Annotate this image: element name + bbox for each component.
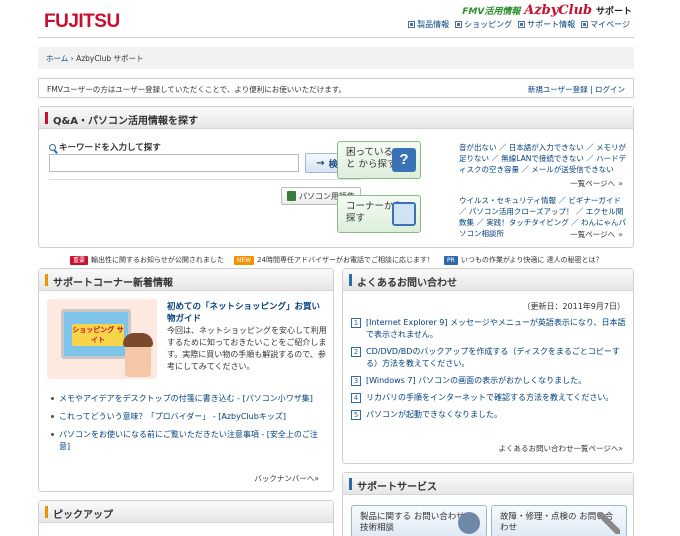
support-corner-title: サポートコーナー新着情報 — [53, 278, 173, 289]
shopping-site-sign: ショッピング サイト — [72, 324, 124, 346]
keyword-label: キーワードを入力して探す — [49, 141, 161, 153]
qa-panel-title: Q&A・パソコン活用情報を探す — [53, 116, 198, 127]
nav-support-info[interactable]: サポート情報 — [518, 19, 575, 30]
header-divider — [38, 37, 634, 38]
news-ticker: 重要 輸出性に関するお知らせが公開されました NEW 24時間専任アドバイザーが… — [70, 254, 630, 266]
number-badge: 1 — [351, 318, 361, 328]
pickup-header: ピックアップ — [39, 501, 333, 523]
services-title: サポートサービス — [357, 482, 437, 493]
faq-list: 1 [Internet Explorer 9] メッセージやメニューが英語表示にな… — [351, 317, 627, 426]
pr-badge: PR — [444, 255, 458, 265]
arrow-right-icon: → — [316, 157, 325, 169]
search-icon — [49, 143, 56, 151]
ticker-item[interactable]: PR いつもの作業がより快適に 達人の秘密とは？ — [444, 255, 603, 265]
support-services-panel: サポートサービス 製品に関する お問い合わせ・技術相談 故障・修理・点検の お問… — [342, 472, 634, 536]
important-badge: 重要 — [70, 255, 89, 265]
pickup-title: ピックアップ — [53, 510, 113, 521]
brand-support-label: サポート — [595, 7, 632, 17]
notice-divider: | — [590, 85, 593, 94]
faq-item[interactable]: 2 CD/DVD/BDのバックアップを作成する（ディスクをまるごとコピーする）方法… — [351, 346, 627, 370]
nav-my-page[interactable]: マイページ — [581, 19, 630, 30]
book-icon — [287, 191, 296, 201]
chevron-right-icon: » — [618, 444, 623, 453]
list-item[interactable]: メモやアイデアをデスクトップの付箋に書き込む - [パソコン小ワザ集] — [51, 393, 327, 405]
chevron-right-icon: » — [618, 230, 623, 239]
search-by-corner-card[interactable]: コーナーから 探す — [337, 195, 421, 233]
feature-article-link[interactable]: 初めての「ネットショッピング」お買い物ガイド — [167, 301, 327, 325]
square-bullet-icon — [518, 21, 526, 28]
person-hair — [123, 333, 153, 347]
tools-icon — [598, 512, 620, 534]
ticker-item[interactable]: NEW 24時間専任アドバイザーがお電話でご相談に応じます！ — [233, 255, 434, 265]
site-header: FUJITSU FMV活用情報 AzbyClub サポート 製品情報 ショッピン… — [0, 0, 680, 40]
notice-links: 新規ユーザー登録 | ログイン — [528, 84, 625, 95]
number-badge: 2 — [351, 347, 361, 357]
breadcrumb: ホーム › AzbyClub サポート — [38, 47, 634, 69]
brand-azby-label: AzbyClub — [524, 3, 593, 18]
nav-product-info[interactable]: 製品情報 — [408, 19, 449, 30]
new-badge: NEW — [233, 255, 255, 265]
search-by-problem-card[interactable]: 困っていること から探す ? — [337, 141, 421, 179]
fujitsu-logo[interactable]: FUJITSU — [44, 11, 120, 33]
list-item[interactable]: パソコンをお使いになる前にご覧いただきたい注意事項 - [安全上のご注意] — [51, 429, 327, 453]
ticker-item[interactable]: 重要 輸出性に関するお知らせが公開されました — [70, 255, 224, 265]
computer-screen-illustration: ショッピング サイト — [61, 309, 131, 359]
feature-article-summary: 今回は、ネットショッピングを安心して利用するために知っておきたいことをご紹介しま… — [167, 326, 327, 371]
qa-panel-header: Q&A・パソコン活用情報を探す — [39, 107, 633, 129]
register-link[interactable]: 新規ユーザー登録 — [528, 85, 588, 94]
square-bullet-icon — [408, 21, 416, 28]
heading-marker — [349, 478, 352, 490]
heading-marker — [349, 274, 352, 286]
support-corner-panel: サポートコーナー新着情報 ショッピング サイト 初めての「ネットショッピング」お… — [38, 268, 334, 492]
problem-list-more-link[interactable]: 一覧ページへ» — [570, 178, 623, 189]
phone-icon — [458, 512, 480, 534]
square-bullet-icon — [455, 21, 463, 28]
square-bullet-icon — [581, 21, 589, 28]
qa-search-panel: Q&A・パソコン活用情報を探す キーワードを入力して探す → 検 索 パソコン用… — [38, 106, 634, 248]
support-corner-header: サポートコーナー新着情報 — [39, 269, 333, 291]
question-monitor-icon: ? — [392, 148, 416, 172]
product-inquiry-button[interactable]: 製品に関する お問い合わせ・技術相談 — [351, 505, 487, 536]
monitor-icon — [392, 202, 416, 226]
user-registration-notice: FMVユーザーの方はユーザー登録していただくことで、より便利にお使いいただけます… — [38, 78, 634, 98]
azbyclub-brand[interactable]: FMV活用情報 AzbyClub サポート — [462, 3, 632, 18]
shopping-illustration[interactable]: ショッピング サイト — [47, 299, 157, 379]
problem-topic-links[interactable]: 音が出ない ／ 日本語が入力できない ／ メモリが足りない ／ 無線LANで接続… — [459, 142, 629, 175]
number-badge: 3 — [351, 376, 361, 386]
list-item[interactable]: これってどういう意味？「プロバイダー」 - [AzbyClubキッズ] — [51, 411, 327, 423]
keyword-search-input[interactable] — [49, 154, 299, 172]
repair-inquiry-button[interactable]: 故障・修理・点検の お問い合わせ — [491, 505, 627, 536]
breadcrumb-current: AzbyClub サポート — [76, 54, 144, 63]
keyword-divider — [49, 179, 361, 180]
heading-marker — [45, 112, 48, 124]
pickup-panel: ピックアップ — [38, 500, 334, 536]
header-nav: 製品情報 ショッピング サポート情報 マイページ — [408, 19, 630, 30]
faq-panel: よくあるお問い合わせ （更新日：2011年9月7日） 1 [Internet Ex… — [342, 268, 634, 464]
heading-marker — [45, 506, 48, 518]
number-badge: 4 — [351, 393, 361, 403]
number-badge: 5 — [351, 410, 361, 420]
corner-list-more-link[interactable]: 一覧ページへ» — [570, 229, 623, 240]
faq-header: よくあるお問い合わせ — [343, 269, 633, 291]
login-link[interactable]: ログイン — [595, 85, 625, 94]
notice-message: FMVユーザーの方はユーザー登録していただくことで、より便利にお使いいただけます… — [47, 85, 346, 94]
support-corner-list: メモやアイデアをデスクトップの付箋に書き込む - [パソコン小ワザ集] これって… — [51, 393, 327, 459]
faq-title: よくあるお問い合わせ — [357, 278, 457, 289]
faq-item[interactable]: 4 リカバリの手順をインターネットで確認する方法を教えてください。 — [351, 392, 627, 404]
back-number-link[interactable]: バックナンバーへ» — [254, 473, 319, 484]
faq-updated-date: （更新日：2011年9月7日） — [522, 302, 625, 311]
faq-item[interactable]: 1 [Internet Explorer 9] メッセージやメニューが英語表示にな… — [351, 317, 627, 341]
breadcrumb-home-link[interactable]: ホーム — [46, 54, 68, 63]
chevron-right-icon: » — [618, 179, 623, 188]
services-header: サポートサービス — [343, 473, 633, 495]
breadcrumb-separator: › — [70, 54, 74, 63]
faq-item[interactable]: 5 パソコンが起動できなくなりました。 — [351, 409, 627, 421]
faq-list-more-link[interactable]: よくあるお問い合わせ一覧ページへ» — [499, 443, 623, 454]
faq-item[interactable]: 3 [Windows 7] パソコンの画面の表示がおかしくなりました。 — [351, 375, 627, 387]
chevron-right-icon: » — [314, 474, 319, 483]
nav-shopping[interactable]: ショッピング — [455, 19, 512, 30]
heading-marker — [45, 274, 48, 286]
brand-fmv-label: FMV活用情報 — [462, 7, 521, 17]
